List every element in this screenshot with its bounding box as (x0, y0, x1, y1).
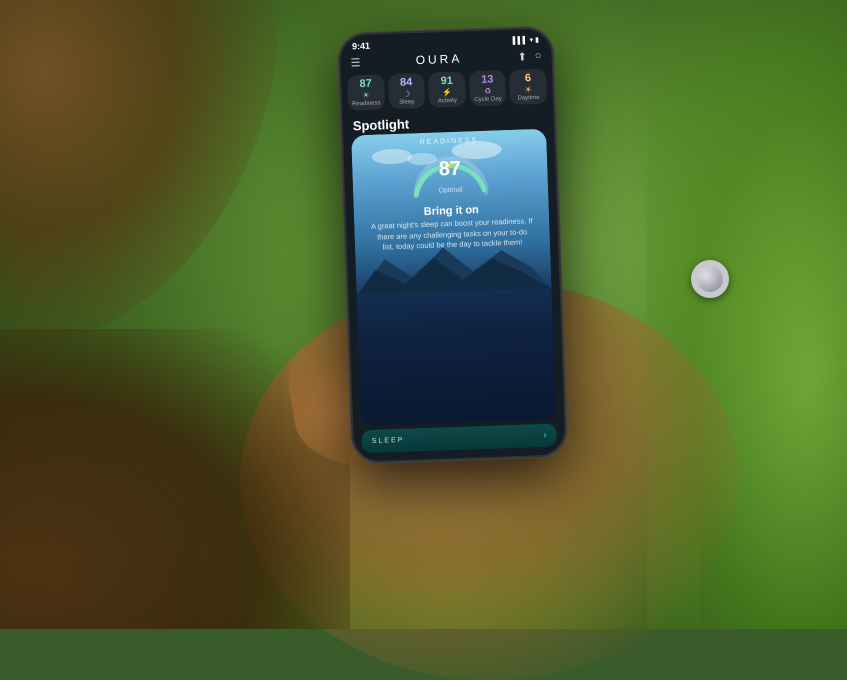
sleep-score[interactable]: 84 ☽ Sleep (388, 73, 426, 109)
readiness-section-label: READINESS (420, 137, 479, 146)
activity-score[interactable]: 91 ⚡ Activity (428, 71, 466, 107)
phone-body: 9:41 ▌▌▌ ▾ ▮ ☰ OURA ⬆ ○ 87 (338, 26, 568, 463)
app-logo: OURA (415, 52, 462, 68)
readiness-label: Readiness (352, 100, 381, 107)
gauge-number: 87 (437, 159, 462, 180)
ring-band (689, 258, 730, 299)
status-icons: ▌▌▌ ▾ ▮ (513, 36, 540, 45)
sleep-section[interactable]: SLEEP › (361, 423, 557, 453)
daytime-label: Daytime (517, 95, 539, 102)
activity-icon: ⚡ (442, 88, 452, 97)
nav-right-icons: ⬆ ○ (517, 49, 541, 63)
activity-number: 91 (440, 76, 453, 87)
sleep-icon: ☽ (403, 89, 410, 98)
readiness-card[interactable]: READINESS ♛ 87 Optima (351, 129, 556, 427)
wifi-icon: ▾ (529, 36, 533, 44)
card-content: READINESS ♛ 87 Optima (351, 129, 556, 427)
readiness-number: 87 (359, 79, 372, 90)
readiness-icon: ☀ (362, 91, 369, 100)
cycle-icon: ♻ (484, 87, 491, 96)
menu-icon[interactable]: ☰ (350, 56, 360, 69)
daytime-icon: ☀ (525, 85, 532, 94)
profile-icon[interactable]: ○ (535, 50, 542, 62)
cycle-number: 13 (481, 74, 494, 85)
phone-device: 9:41 ▌▌▌ ▾ ▮ ☰ OURA ⬆ ○ 87 (338, 26, 568, 463)
gauge-score-display: 87 Optimal (437, 159, 462, 198)
gauge-sublabel: Optimal (438, 187, 462, 195)
readiness-score[interactable]: 87 ☀ Readiness (347, 74, 385, 110)
cycle-score[interactable]: 13 ♻ Cycle Day (469, 70, 507, 106)
sleep-number: 84 (400, 77, 413, 88)
signal-icon: ▌▌▌ (513, 37, 528, 45)
sleep-arrow-icon[interactable]: › (543, 430, 547, 441)
oura-ring-product (689, 258, 730, 299)
activity-label: Activity (438, 98, 457, 105)
sleep-section-label: SLEEP (372, 437, 405, 445)
share-icon[interactable]: ⬆ (517, 50, 527, 63)
card-description: A great night's sleep can boost your rea… (364, 216, 540, 254)
status-time: 9:41 (352, 41, 370, 52)
daytime-score[interactable]: 6 ☀ Daytime (509, 69, 547, 105)
card-title: Bring it on (424, 204, 479, 218)
battery-icon: ▮ (535, 36, 539, 44)
cycle-label: Cycle Day (474, 96, 502, 103)
sleep-label-nav: Sleep (399, 99, 415, 106)
daytime-number: 6 (525, 73, 532, 84)
readiness-gauge: ♛ 87 Optimal (404, 147, 496, 200)
phone-screen: 9:41 ▌▌▌ ▾ ▮ ☰ OURA ⬆ ○ 87 (340, 28, 566, 461)
